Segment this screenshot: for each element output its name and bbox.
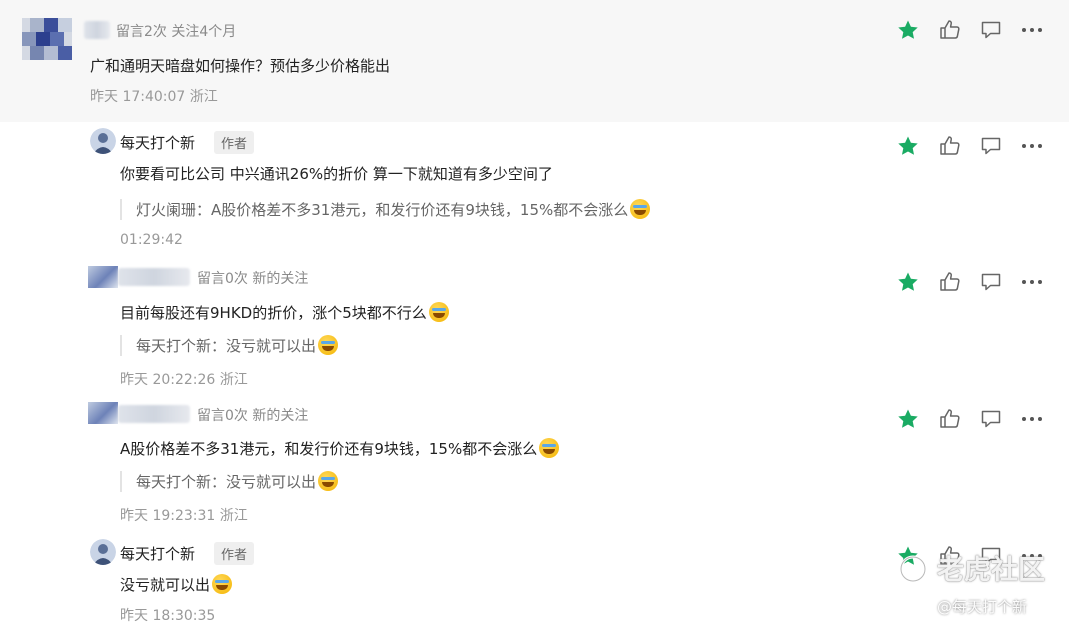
laugh-cry-emoji	[318, 335, 339, 355]
user-meta: 留言0次 新的关注	[197, 408, 309, 424]
comment-text-body: 目前每股还有9HKD的折价，涨个5块都不行么	[120, 304, 427, 322]
comment-text-body: A股价格差不多31港元，和发行价还有9块钱，15%都不会涨么	[120, 440, 538, 458]
username-blurred[interactable]	[84, 21, 110, 39]
comment-text-body: 没亏就可以出	[120, 576, 211, 594]
laugh-cry-emoji	[428, 302, 449, 322]
username-blurred[interactable]	[118, 405, 190, 423]
comment-time: 昨天 18:30:35	[120, 608, 216, 624]
quoted-reply: 每天打个新：没亏就可以出	[120, 335, 339, 356]
avatar[interactable]	[90, 128, 116, 154]
comment-text: 广和通明天暗盘如何操作？预估多少价格能出	[90, 57, 391, 75]
laugh-cry-emoji	[212, 574, 233, 594]
like-icon[interactable]	[938, 270, 962, 294]
comment-time: 昨天 19:23:31 浙江	[120, 508, 248, 524]
comment-icon[interactable]	[979, 270, 1003, 294]
like-icon[interactable]	[938, 134, 962, 158]
laugh-cry-emoji	[630, 199, 651, 219]
avatar[interactable]	[22, 18, 72, 60]
comment-icon[interactable]	[979, 18, 1003, 42]
comment-text: 没亏就可以出	[120, 574, 233, 595]
watermark-logo-icon	[899, 555, 927, 583]
quoted-reply: 灯火阑珊：A股价格差不多31港元，和发行价还有9块钱，15%都不会涨么	[120, 199, 651, 220]
star-icon[interactable]	[896, 134, 920, 158]
more-icon[interactable]	[1020, 270, 1044, 294]
comment-text: 目前每股还有9HKD的折价，涨个5块都不行么	[120, 302, 449, 323]
watermark-brand: 老虎社区	[937, 555, 1045, 586]
comment-actions	[896, 270, 1046, 294]
more-icon[interactable]	[1020, 18, 1044, 42]
avatar[interactable]	[88, 402, 118, 424]
author-badge: 作者	[214, 131, 255, 154]
user-meta: 留言0次 新的关注	[197, 271, 309, 287]
laugh-cry-emoji	[318, 471, 339, 491]
quoted-text: 每天打个新：没亏就可以出	[136, 337, 317, 355]
quoted-text: 每天打个新：没亏就可以出	[136, 473, 317, 491]
author-name[interactable]: 每天打个新	[120, 543, 195, 564]
quoted-text: 灯火阑珊：A股价格差不多31港元，和发行价还有9块钱，15%都不会涨么	[136, 201, 629, 219]
comment-time: 昨天 20:22:26 浙江	[120, 372, 248, 388]
comment-actions	[896, 407, 1046, 431]
quoted-reply: 每天打个新：没亏就可以出	[120, 471, 339, 492]
comment-icon[interactable]	[979, 407, 1003, 431]
more-icon[interactable]	[1020, 407, 1044, 431]
laugh-cry-emoji	[539, 438, 560, 458]
star-icon[interactable]	[896, 407, 920, 431]
like-icon[interactable]	[938, 407, 962, 431]
comment-actions	[896, 18, 1046, 42]
username-blurred[interactable]	[118, 268, 190, 286]
author-name[interactable]: 每天打个新	[120, 132, 195, 153]
watermark-handle: @每天打个新	[937, 598, 1028, 616]
comment-icon[interactable]	[979, 134, 1003, 158]
avatar[interactable]	[88, 266, 118, 288]
author-badge: 作者	[214, 542, 255, 565]
star-icon[interactable]	[896, 18, 920, 42]
like-icon[interactable]	[938, 18, 962, 42]
comment-text: A股价格差不多31港元，和发行价还有9块钱，15%都不会涨么	[120, 438, 560, 459]
user-meta: 留言2次 关注4个月	[116, 24, 237, 40]
comment-text: 你要看可比公司 中兴通讯26%的折价 算一下就知道有多少空间了	[120, 165, 553, 183]
comment-actions	[896, 134, 1046, 158]
comment-time: 昨天 17:40:07 浙江	[90, 89, 218, 105]
star-icon[interactable]	[896, 270, 920, 294]
avatar[interactable]	[90, 539, 116, 565]
comment-time: 01:29:42	[120, 232, 183, 248]
more-icon[interactable]	[1020, 134, 1044, 158]
